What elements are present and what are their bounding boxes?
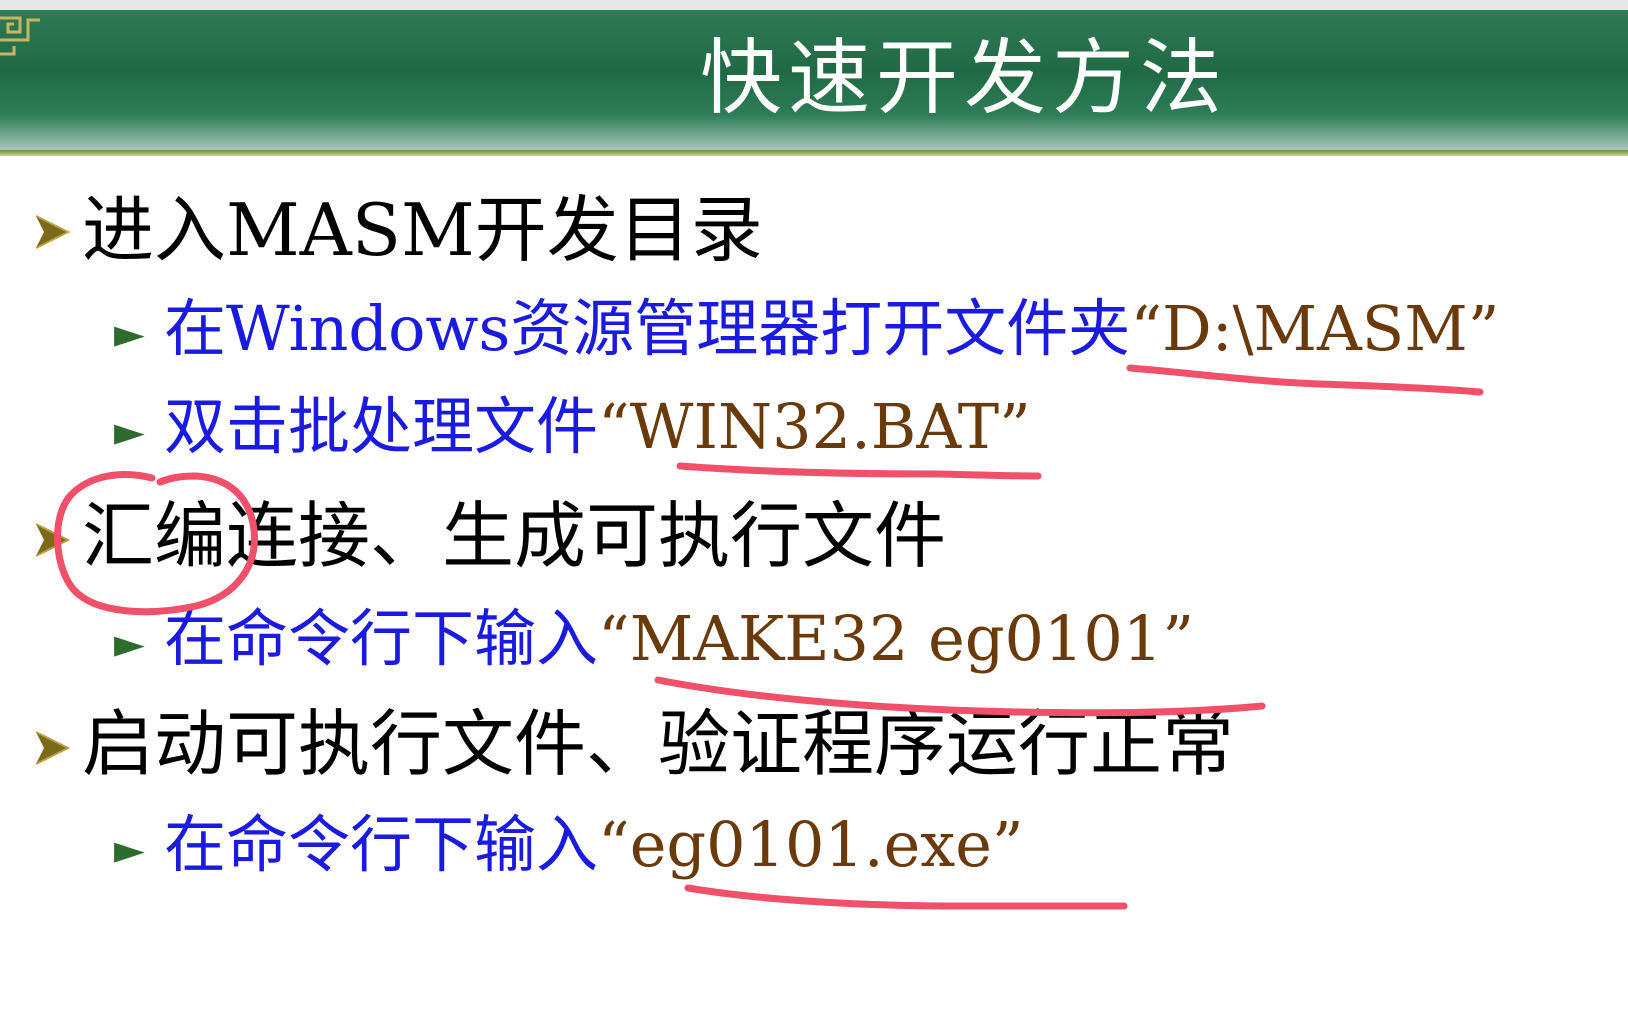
- subitem-1-2: 双击批处理文件“WIN32.BAT”: [164, 396, 1031, 458]
- subitem-3-1-code: “eg0101.exe”: [598, 808, 1024, 881]
- subitem-1-1-code: “D:\MASM”: [1130, 292, 1500, 365]
- subitem-1-1-text: 在Windows资源管理器打开文件夹: [164, 292, 1131, 365]
- subitem-2-1: 在命令行下输入“MAKE32 eg0101”: [164, 608, 1194, 670]
- arrow-bullet-icon: [35, 731, 71, 765]
- underline-exe: [684, 884, 1128, 910]
- subitem-1-2-text: 双击批处理文件: [164, 390, 599, 463]
- header-rule: [0, 150, 1628, 156]
- subitem-3-1-text: 在命令行下输入: [164, 808, 599, 881]
- subitem-2-1-text: 在命令行下输入: [164, 602, 599, 675]
- corner-ornament-icon: [0, 16, 40, 56]
- triangle-bullet-icon: ►: [114, 621, 145, 667]
- underline-win32-bat: [676, 462, 1042, 480]
- triangle-bullet-icon: ►: [114, 311, 145, 357]
- subitem-3-1: 在命令行下输入“eg0101.exe”: [164, 814, 1024, 876]
- arrow-bullet-icon: [35, 215, 71, 249]
- list-item-3: 启动可执行文件、验证程序运行正常: [82, 702, 1235, 786]
- subitem-2-1-code: “MAKE32 eg0101”: [598, 602, 1195, 675]
- underline-masm-path: [1126, 364, 1484, 396]
- slide-title: 快速开发方法: [700, 31, 1229, 126]
- triangle-bullet-icon: ►: [114, 409, 145, 455]
- top-strip: [0, 0, 1628, 10]
- list-item-2: 汇编连接、生成可执行文件: [82, 494, 947, 578]
- list-item-1: 进入MASM开发目录: [82, 188, 763, 272]
- subitem-1-1: 在Windows资源管理器打开文件夹“D:\MASM”: [164, 298, 1499, 360]
- arrow-bullet-icon: [35, 523, 71, 557]
- subitem-1-2-code: “WIN32.BAT”: [598, 390, 1031, 463]
- triangle-bullet-icon: ►: [114, 827, 145, 873]
